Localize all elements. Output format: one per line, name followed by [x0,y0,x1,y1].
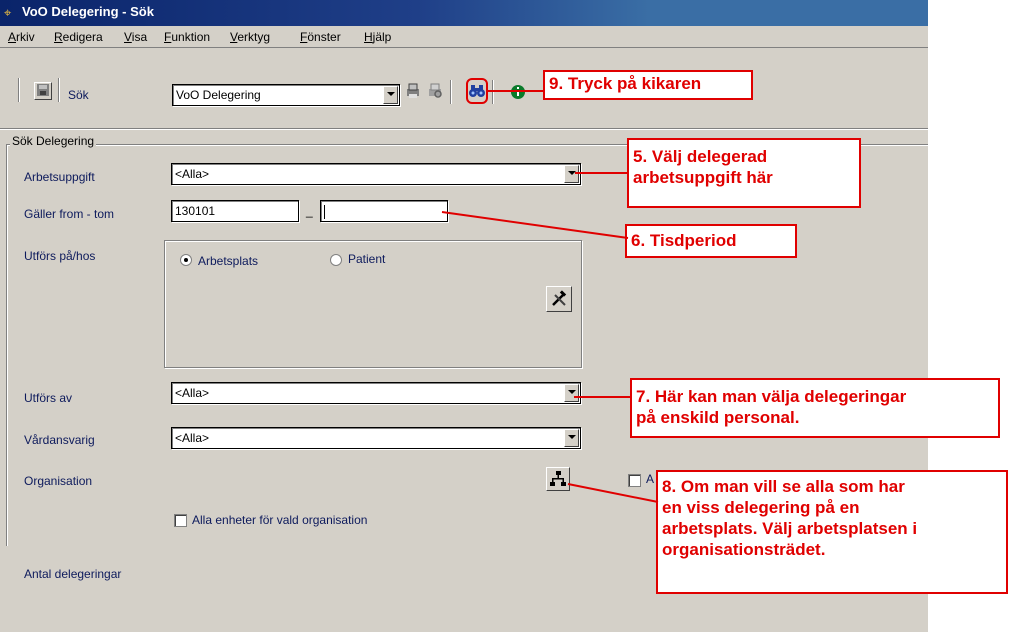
vardansvarig-value: <Alla> [175,431,210,445]
print-preview-icon [429,83,442,98]
module-select[interactable]: VoO Delegering [172,84,400,106]
chevron-down-icon[interactable] [383,86,398,104]
binoculars-button[interactable] [466,78,488,104]
period-dash: _ [306,204,313,218]
callout-7: 7. Här kan man välja delegeringar på ens… [630,378,1000,438]
menu-visa[interactable]: Visa [124,30,147,44]
callout-8-line4: organisationsträdet. [662,540,826,559]
radio-arbetsplats-label[interactable]: Arbetsplats [198,254,258,268]
radio-arbetsplats[interactable] [180,254,192,266]
menu-hjalp[interactable]: Hjälp [364,30,391,44]
period-label: Gäller from - tom [24,207,115,221]
callout-9-text: 9. Tryck på kikaren [549,74,702,93]
callout-5-line1: 5. Välj delegerad [633,147,768,166]
antal-delegeringar-label: Antal delegeringar [24,567,122,581]
toolbar-separator [492,80,494,104]
print-icon [407,83,419,98]
utfors-pa-label: Utförs på/hos [24,249,96,263]
callout-8-line1: 8. Om man vill se alla som har [662,477,905,496]
utfors-av-select[interactable]: <Alla> [171,382,581,404]
callout-7-line2: på enskild personal. [636,408,800,427]
period-to-input[interactable] [320,200,448,222]
callout-6-text: 6. Tisdperiod [631,231,737,250]
print-button[interactable] [404,82,424,102]
group-title: Sök Delegering [10,134,97,148]
radio-patient[interactable] [330,254,342,266]
window-title: VoO Delegering - Sök [22,4,154,19]
chevron-down-icon[interactable] [564,165,579,183]
toolbar-separator [58,78,60,102]
utfors-av-label: Utförs av [24,391,73,405]
alla-enheter-checkbox[interactable] [174,514,187,527]
callout-8-connector [567,483,659,503]
text-cursor [324,204,325,219]
callout-8: 8. Om man vill se alla som har en viss d… [656,470,1008,594]
callout-9-connector [488,90,544,92]
menu-arkiv[interactable]: Arkiv [8,30,35,44]
info-button[interactable] [510,84,526,100]
callout-8-line3: arbetsplats. Välj arbetsplatsen i [662,519,918,538]
menu-funktion[interactable]: Funktion [164,30,210,44]
title-bar[interactable]: ⌖ VoO Delegering - Sök [0,0,928,26]
toolbar-separator [450,80,452,104]
tools-icon [552,290,567,306]
callout-7-connector [574,396,631,398]
organisation-label: Organisation [24,474,93,488]
vardansvarig-label: Vårdansvarig [24,433,95,447]
save-icon [37,84,49,96]
toolbar-separator [18,78,20,102]
alla-enheter-label[interactable]: Alla enheter för vald organisation [192,513,367,527]
callout-8-line2: en viss delegering på en [662,498,860,517]
arbetsuppgift-select[interactable]: <Alla> [171,163,581,185]
callout-9: 9. Tryck på kikaren [543,70,753,100]
callout-5-line2: arbetsuppgift här [633,168,773,187]
toolbar-divider [0,128,928,130]
menu-verktyg[interactable]: Verktyg [230,30,270,44]
arbetsuppgift-value: <Alla> [175,167,210,181]
binoculars-app-icon: ⌖ [4,5,12,20]
tools-button[interactable] [546,286,572,312]
utfors-av-value: <Alla> [175,386,210,400]
menu-bar: Arkiv Redigera Visa Funktion Verktyg Fön… [0,26,928,48]
binoculars-icon [469,85,485,97]
callout-7-line1: 7. Här kan man välja delegeringar [636,387,907,406]
vardansvarig-select[interactable]: <Alla> [171,427,581,449]
callout-6: 6. Tisdperiod [625,224,797,258]
chevron-down-icon[interactable] [564,384,579,402]
org-tree-icon [550,471,566,486]
menu-redigera[interactable]: Redigera [54,30,103,44]
menu-fonster[interactable]: Fönster [300,30,341,44]
print-preview-button[interactable] [426,82,446,102]
callout-5-connector [575,172,628,174]
module-select-value: VoO Delegering [176,88,261,102]
radio-patient-label[interactable]: Patient [348,252,385,266]
callout-6-connector [441,211,629,239]
info-icon [511,85,525,99]
arbetsuppgift-label: Arbetsuppgift [24,170,95,184]
chevron-down-icon[interactable] [564,429,579,447]
search-label: Sök [68,88,89,102]
save-button[interactable] [34,82,52,100]
callout-5: 5. Välj delegerad arbetsuppgift här [627,138,861,208]
period-from-value: 130101 [175,204,216,218]
period-from-input[interactable]: 130101 [171,200,299,222]
